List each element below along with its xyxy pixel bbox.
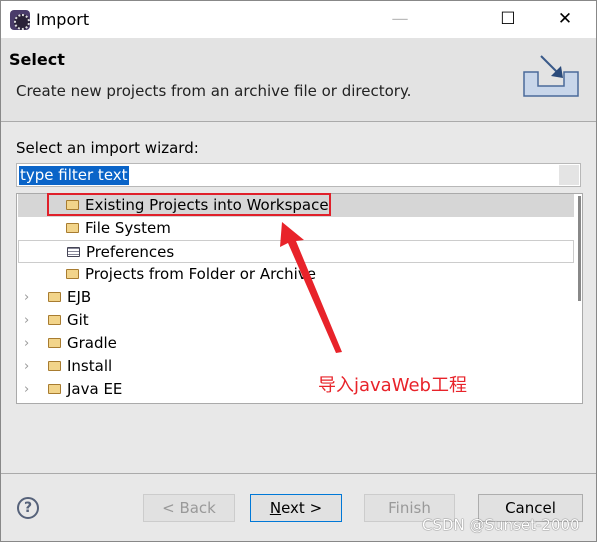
annotation-arrow — [280, 222, 342, 353]
watermark: CSDN @Sunset-2000 — [422, 516, 580, 534]
next-button[interactable]: Next > — [250, 494, 342, 522]
help-icon[interactable]: ? — [17, 497, 39, 519]
annotation-text: 导入javaWeb工程 — [318, 375, 467, 396]
next-mnemonic: N — [269, 499, 282, 517]
next-label: ext > — [281, 499, 323, 517]
back-button[interactable]: < Back — [143, 494, 235, 522]
divider — [0, 473, 597, 474]
